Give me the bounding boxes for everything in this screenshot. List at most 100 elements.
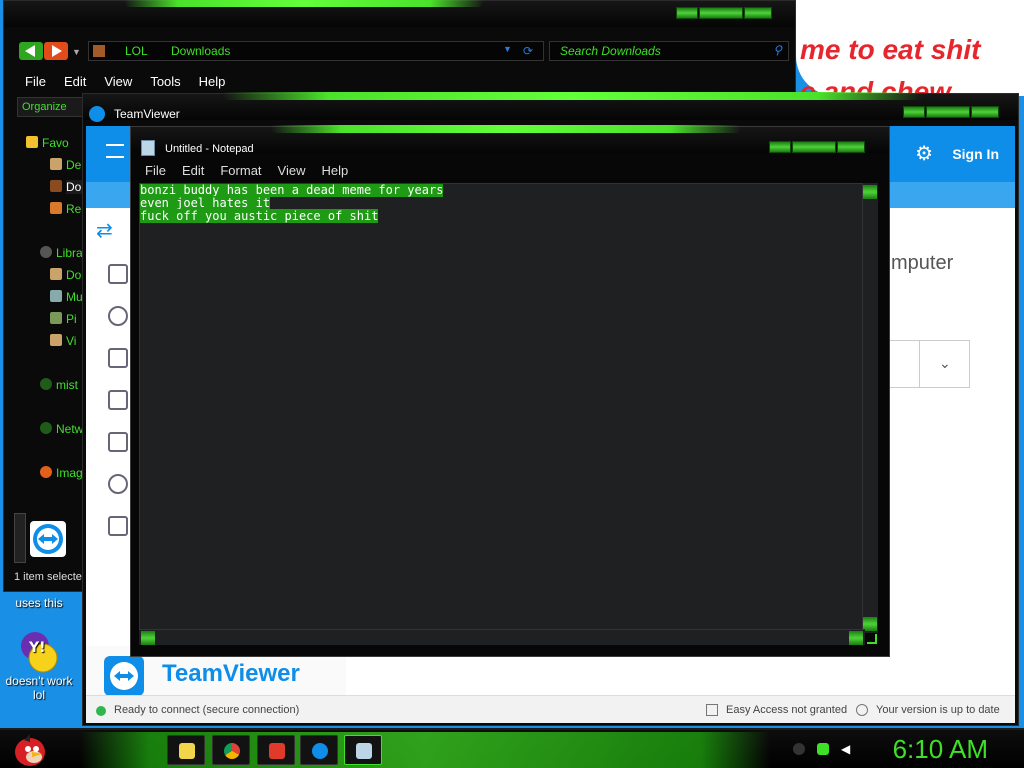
sidebar-item-libraries[interactable]: Libra <box>40 246 83 260</box>
scroll-right-button[interactable] <box>849 631 863 645</box>
music-icon <box>50 290 62 302</box>
contacts-icon[interactable] <box>108 348 128 368</box>
window-controls <box>769 141 865 153</box>
taskbar-teamviewer-button[interactable] <box>300 735 338 765</box>
augmented-reality-icon[interactable] <box>108 432 128 452</box>
close-button[interactable] <box>837 141 865 153</box>
sidebar-item-desktop[interactable]: De <box>50 158 81 172</box>
getting-started-icon[interactable] <box>108 474 128 494</box>
whats-new-icon[interactable] <box>108 516 128 536</box>
menu-help[interactable]: Help <box>313 163 356 178</box>
forward-button[interactable] <box>44 42 68 60</box>
taskbar-media-player-button[interactable] <box>257 735 295 765</box>
sidebar-item-videos[interactable]: Vi <box>50 334 76 348</box>
sidebar-item-favorites[interactable]: Favo <box>26 136 69 150</box>
taskbar-notepad-button[interactable] <box>344 735 382 765</box>
teamviewer-titlebar[interactable] <box>83 92 1018 120</box>
menu-view[interactable]: View <box>95 71 141 91</box>
menu-file[interactable]: File <box>137 163 174 178</box>
menu-format[interactable]: Format <box>212 163 269 178</box>
chat-icon[interactable] <box>108 390 128 410</box>
close-button[interactable] <box>971 106 999 118</box>
notepad-icon <box>356 743 372 759</box>
breadcrumb-downloads[interactable]: Downloads <box>171 44 230 58</box>
vertical-scrollbar[interactable] <box>862 183 878 633</box>
close-button[interactable] <box>744 7 772 19</box>
remote-control-icon[interactable]: ⇄ <box>96 218 126 244</box>
desktop-icon-teamviewer[interactable]: uses this <box>1 596 77 610</box>
sidebar-item-recent[interactable]: Re <box>50 202 81 216</box>
yahoo-messenger-icon: Y! <box>17 630 61 674</box>
gear-icon[interactable]: ⚙ <box>915 141 933 166</box>
minimize-button[interactable] <box>769 141 791 153</box>
taskbar-explorer-button[interactable] <box>167 735 205 765</box>
minimize-button[interactable] <box>676 7 698 19</box>
scroll-left-button[interactable] <box>141 631 155 645</box>
image-icon <box>40 466 52 478</box>
documents-icon <box>50 268 62 280</box>
maximize-button[interactable] <box>792 141 836 153</box>
maximize-button[interactable] <box>699 7 743 19</box>
minimize-button[interactable] <box>903 106 925 118</box>
notepad-text-area[interactable]: bonzi buddy has been a dead meme for yea… <box>139 183 865 633</box>
easy-access-status[interactable]: Easy Access not granted <box>726 704 847 716</box>
chrome-icon <box>224 743 240 759</box>
sidebar-item-documents[interactable]: Do <box>50 268 81 282</box>
notepad-icon <box>141 140 155 156</box>
battery-icon[interactable] <box>817 743 829 755</box>
pictures-icon <box>50 312 62 324</box>
menu-edit[interactable]: Edit <box>55 71 95 91</box>
address-dropdown-chevron-icon[interactable]: ▼ <box>503 44 512 54</box>
chevron-down-icon[interactable]: ⌄ <box>939 355 951 372</box>
scroll-up-button[interactable] <box>863 185 877 199</box>
breadcrumb-lol[interactable]: LOL <box>125 44 148 58</box>
menu-file[interactable]: File <box>16 71 55 91</box>
search-placeholder: Search Downloads <box>560 44 661 58</box>
sidebar-item-music[interactable]: Mu <box>50 290 83 304</box>
taskbar-clock[interactable]: 6:10 AM <box>893 734 988 765</box>
scroll-down-button[interactable] <box>863 617 877 631</box>
resize-grip-icon[interactable] <box>867 634 877 644</box>
hamburger-menu-icon[interactable] <box>106 144 124 158</box>
menu-tools[interactable]: Tools <box>141 71 189 91</box>
taskbar-chrome-button[interactable] <box>212 735 250 765</box>
sidebar-item-pictures[interactable]: Pi <box>50 312 77 326</box>
window-controls <box>676 7 772 19</box>
maximize-button[interactable] <box>926 106 970 118</box>
remote-management-icon[interactable] <box>108 264 128 284</box>
text-line: fuck off you austic piece of shit <box>140 209 379 223</box>
desktop-icon-yahoo-messenger[interactable]: Y! doesn't work lol <box>1 630 77 702</box>
menu-help[interactable]: Help <box>190 71 235 91</box>
menu-edit[interactable]: Edit <box>174 163 212 178</box>
sidebar-item-homegroup[interactable]: mist <box>40 378 78 392</box>
menu-view[interactable]: View <box>270 163 314 178</box>
refresh-icon[interactable]: ⟳ <box>523 44 533 58</box>
horizontal-scrollbar[interactable] <box>139 629 865 645</box>
recent-pages-chevron-icon[interactable]: ▼ <box>72 47 81 57</box>
explorer-icon <box>179 743 195 759</box>
titlebar-glow <box>124 0 484 7</box>
svg-text:Y!: Y! <box>28 640 46 656</box>
sidebar-item-network[interactable]: Netw <box>40 422 83 436</box>
teamviewer-logo-icon <box>104 656 144 696</box>
teamviewer-brand-text: TeamViewer <box>162 660 300 687</box>
sidebar-scrollbar[interactable] <box>14 513 26 563</box>
organize-button[interactable]: Organize <box>17 97 83 117</box>
teamviewer-icon[interactable] <box>30 521 66 557</box>
meeting-icon[interactable] <box>108 306 128 326</box>
search-icon[interactable]: ⚲ <box>773 43 782 57</box>
explorer-titlebar[interactable] <box>4 0 795 27</box>
sidebar-item-images[interactable]: Imag <box>40 466 83 480</box>
teamviewer-sidebar: ⇄ <box>86 208 136 688</box>
teamviewer-status-bar: Ready to connect (secure connection) Eas… <box>86 695 1015 723</box>
address-bar[interactable]: LOL Downloads ▼ ⟳ <box>88 41 544 61</box>
sign-in-button[interactable]: Sign In <box>952 146 999 162</box>
search-input[interactable]: Search Downloads ⚲ <box>549 41 789 61</box>
volume-icon[interactable]: ◀ <box>841 743 853 755</box>
angry-bird-icon <box>15 734 45 766</box>
start-button[interactable] <box>8 730 48 768</box>
back-button[interactable] <box>19 42 43 60</box>
network-icon[interactable] <box>793 743 805 755</box>
folder-icon <box>93 45 105 57</box>
window-controls <box>903 106 999 118</box>
